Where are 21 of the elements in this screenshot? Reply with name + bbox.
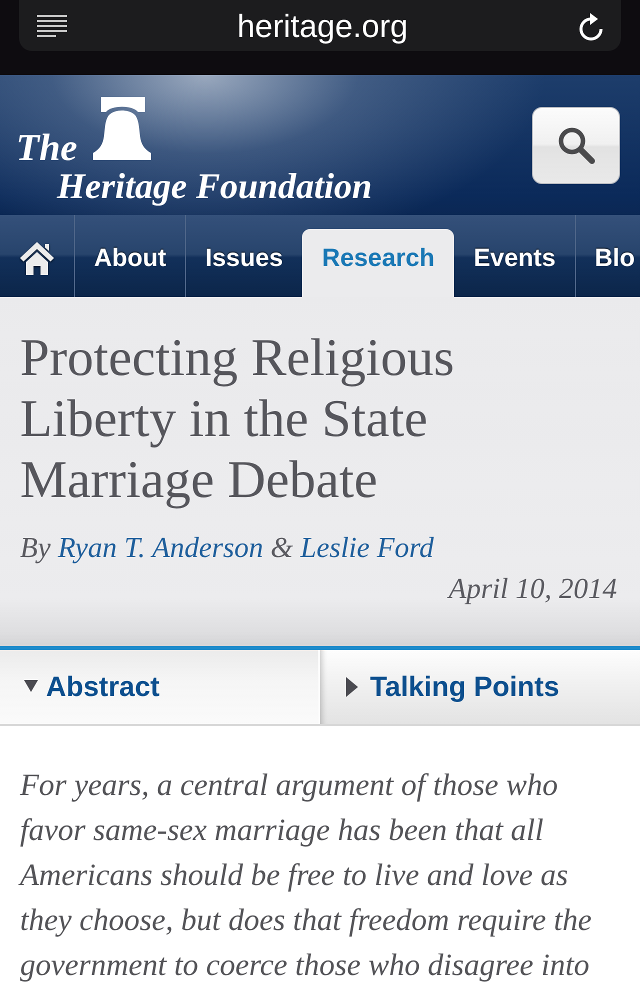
nav-tab[interactable]: Events xyxy=(454,215,575,297)
section-tab[interactable]: Talking Points xyxy=(320,650,640,724)
address-bar[interactable]: heritage.org xyxy=(19,0,621,51)
url-text: heritage.org xyxy=(236,10,409,42)
logo-text[interactable]: The xyxy=(16,127,78,169)
text-lines-icon[interactable] xyxy=(37,14,67,38)
caret-right-icon xyxy=(346,677,358,697)
bell-icon[interactable] xyxy=(91,97,154,160)
logo-text[interactable]: Heritage Foundation xyxy=(57,167,372,205)
home-icon xyxy=(19,241,55,275)
article-title: Protecting Religious Liberty in the State Marriage Debate xyxy=(20,328,456,511)
byline: By Ryan T. Anderson & Leslie Ford xyxy=(20,531,435,566)
author-link[interactable]: Leslie Ford xyxy=(300,532,434,564)
reload-icon[interactable] xyxy=(578,10,604,40)
publish-date: April 10, 2014 xyxy=(446,572,617,607)
abstract-paragraph: For years, a central argument of those who favor same-sex marriage has been that all Americans should be free to live and love as they choose, but does that freedom require the government to coerce those who disagree into xyxy=(20,766,593,984)
nav-tab[interactable]: Research xyxy=(302,229,454,297)
author-link[interactable]: Ryan T. Anderson xyxy=(58,532,264,564)
caret-down-icon xyxy=(24,680,38,692)
search-icon xyxy=(556,125,596,165)
search-button[interactable] xyxy=(532,106,620,184)
